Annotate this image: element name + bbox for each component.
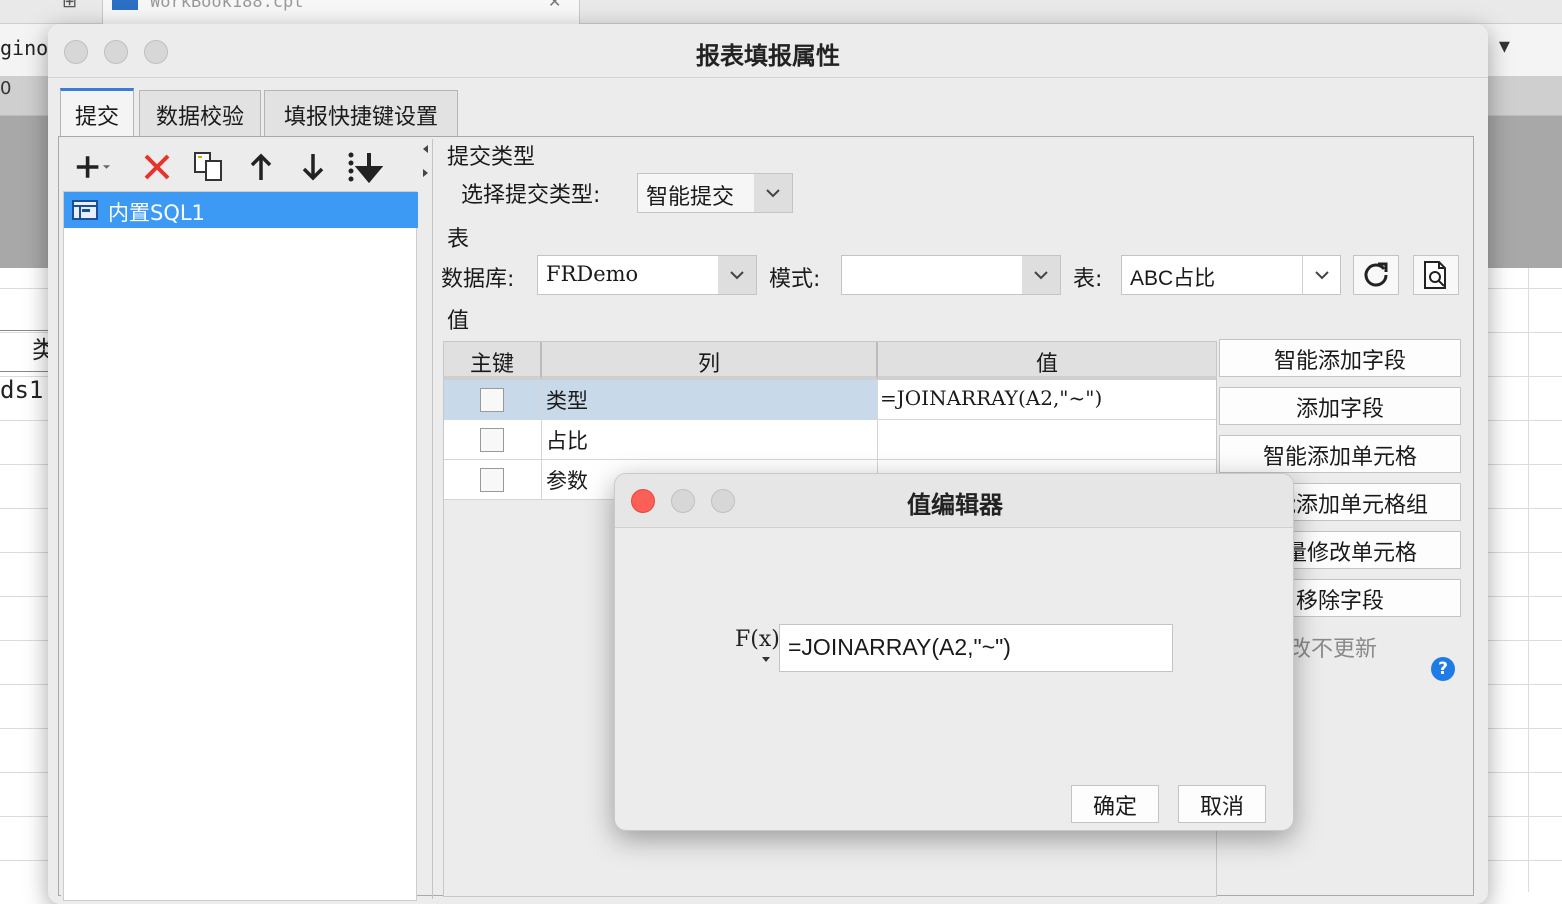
value-cell[interactable] (878, 420, 1216, 460)
delete-icon[interactable] (139, 149, 175, 185)
table-row[interactable]: 类型 =JOINARRAY(A2,"~") (444, 380, 1216, 420)
table-select[interactable]: ABC占比 (1121, 255, 1341, 295)
move-up-icon[interactable] (243, 149, 279, 185)
tab-submit[interactable]: 提交 (60, 88, 134, 136)
key-cell (444, 380, 542, 420)
submit-type-section-label: 提交类型 (447, 145, 536, 170)
formula-icon[interactable]: F(x) (735, 624, 780, 662)
submit-type-select[interactable]: 智能提交 (637, 173, 793, 213)
ruler-zero: 0 (0, 78, 12, 99)
panel-splitter[interactable] (419, 139, 433, 899)
primary-key-checkbox[interactable] (480, 468, 504, 492)
chevron-down-icon (754, 174, 792, 212)
column-cell: 类型 (542, 380, 878, 420)
tab-label: 填报快捷键设置 (283, 105, 438, 130)
list-item[interactable]: 内置SQL1 (64, 192, 418, 228)
database-label: 数据库: (441, 267, 515, 292)
dialog-title: 报表填报属性 (696, 42, 840, 70)
move-down-icon[interactable] (295, 149, 331, 185)
fx-label: F(x) (735, 627, 780, 652)
tab-label: 提交 (74, 105, 119, 130)
submit-list: 内置SQL1 (63, 191, 418, 901)
key-cell (444, 420, 542, 460)
ok-button[interactable]: 确定 (1071, 785, 1159, 823)
tab-shortcut-settings[interactable]: 填报快捷键设置 (264, 90, 458, 136)
value-cell[interactable]: =JOINARRAY(A2,"~") (878, 380, 1216, 420)
background-plugin-text: gino (0, 36, 49, 60)
dialog-titlebar: 报表填报属性 (48, 24, 1488, 78)
list-item-label: 内置SQL1 (108, 201, 205, 225)
copy-icon[interactable] (191, 149, 227, 185)
cancel-button[interactable]: 取消 (1178, 785, 1266, 823)
schema-label: 模式: (769, 267, 821, 292)
refresh-icon (1364, 262, 1388, 287)
tab-data-validation[interactable]: 数据校验 (139, 90, 261, 136)
chevron-down-icon (718, 256, 756, 294)
close-tab-icon[interactable]: ✕ (548, 0, 561, 11)
schema-select[interactable] (841, 255, 1061, 295)
submit-type-value: 智能提交 (646, 184, 735, 209)
table-section-label: 表 (447, 227, 470, 252)
table-row[interactable]: 占比 (444, 420, 1216, 460)
chevron-down-icon (1302, 256, 1340, 294)
submit-type-label: 选择提交类型: (461, 183, 601, 208)
add-field-button[interactable]: 添加字段 (1219, 387, 1461, 425)
formula-input[interactable]: =JOINARRAY(A2,"~") (779, 624, 1173, 672)
background-tab-title: WorkBook188.cpt (150, 0, 304, 12)
key-cell (444, 460, 542, 500)
smart-add-field-button[interactable]: 智能添加字段 (1219, 339, 1461, 377)
tab-label: 数据校验 (155, 105, 244, 130)
table-label: 表: (1073, 267, 1103, 292)
new-tab-icon[interactable]: ⊞ (62, 0, 77, 12)
value-editor-title: 值编辑器 (907, 491, 1003, 519)
primary-key-checkbox[interactable] (480, 388, 504, 412)
column-header-key[interactable]: 主键 (444, 342, 542, 380)
table-value: ABC占比 (1130, 267, 1216, 290)
column-header-column[interactable]: 列 (542, 342, 878, 380)
smart-add-cell-button[interactable]: 智能添加单元格 (1219, 435, 1461, 473)
database-select[interactable]: FRDemo (537, 255, 757, 295)
document-icon (112, 0, 138, 10)
value-editor-dialog: 值编辑器 F(x) =JOINARRAY(A2,"~") 确定 取消 (614, 473, 1294, 831)
column-header-value[interactable]: 值 (878, 342, 1216, 380)
sql-table-icon (72, 200, 98, 225)
help-icon[interactable]: ? (1431, 657, 1455, 681)
value-section-label: 值 (447, 309, 470, 334)
refresh-button[interactable] (1353, 255, 1399, 295)
value-editor-titlebar: 值编辑器 (615, 474, 1293, 528)
chevron-down-icon (1022, 256, 1060, 294)
column-cell: 占比 (542, 420, 878, 460)
document-search-icon (1424, 261, 1446, 289)
database-value: FRDemo (546, 262, 639, 286)
primary-key-checkbox[interactable] (480, 428, 504, 452)
submit-list-panel: 内置SQL1 (61, 139, 418, 901)
move-bottom-icon[interactable] (347, 149, 383, 185)
add-icon[interactable] (75, 149, 111, 185)
preview-table-button[interactable] (1413, 255, 1459, 295)
